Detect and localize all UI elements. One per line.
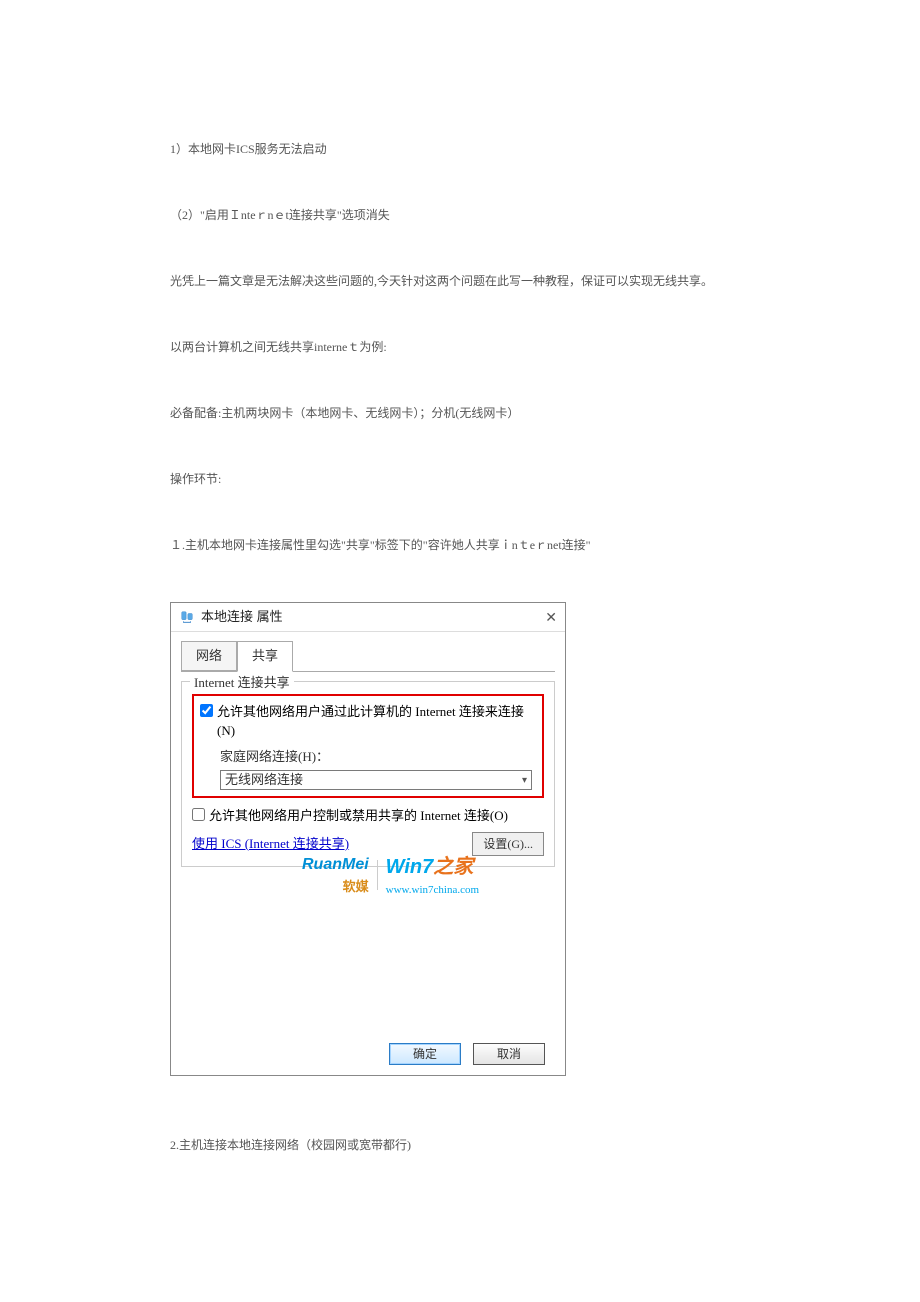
paragraph-1: 1）本地网卡ICS服务无法启动 xyxy=(170,140,750,158)
watermark-divider xyxy=(377,860,378,890)
dialog-body: 网络 共享 Internet 连接共享 允许其他网络用户通过此计算机的 Inte… xyxy=(171,631,565,1075)
paragraph-8: 2.主机连接本地连接网络（校园网或宽带都行) xyxy=(170,1136,750,1154)
dialog-footer: 确定 取消 xyxy=(181,1035,555,1065)
paragraph-4: 以两台计算机之间无线共享interneｔ为例: xyxy=(170,338,750,356)
dropdown-value: 无线网络连接 xyxy=(225,770,303,790)
ok-button[interactable]: 确定 xyxy=(389,1043,461,1065)
paragraph-3: 光凭上一篇文章是无法解决这些问题的,今天针对这两个问题在此写一种教程，保证可以实… xyxy=(170,272,750,290)
chevron-down-icon: ▾ xyxy=(522,773,527,788)
properties-dialog: 本地连接 属性 ✕ 网络 共享 Internet 连接共享 允许其他网络用户通过… xyxy=(170,602,566,1076)
dialog-spacer xyxy=(181,875,555,1035)
watermark: RuanMei 软媒 Win7之家 www.win7china.com xyxy=(302,852,479,899)
cancel-button[interactable]: 取消 xyxy=(473,1043,545,1065)
home-network-dropdown[interactable]: 无线网络连接 ▾ xyxy=(220,770,532,790)
home-network-label: 家庭网络连接(H)： xyxy=(220,747,536,767)
settings-button[interactable]: 设置(G)... xyxy=(472,832,544,856)
allow-control-label: 允许其他网络用户控制或禁用共享的 Internet 连接(O) xyxy=(209,806,508,826)
watermark-win7: Win7之家 xyxy=(386,852,479,882)
allow-control-checkbox[interactable] xyxy=(192,808,205,821)
ics-groupbox: Internet 连接共享 允许其他网络用户通过此计算机的 Internet 连… xyxy=(181,681,555,867)
allow-connect-row[interactable]: 允许其他网络用户通过此计算机的 Internet 连接来连接(N) xyxy=(200,702,536,741)
dialog-title: 本地连接 属性 xyxy=(201,607,283,627)
paragraph-5: 必备配备:主机两块网卡（本地网卡、无线网卡）；分机(无线网卡） xyxy=(170,404,750,422)
tab-sharing[interactable]: 共享 xyxy=(237,641,293,672)
watermark-ruanmei: RuanMei xyxy=(302,853,369,877)
paragraph-7: １.主机本地网卡连接属性里勾选"共享"标签下的"容许她人共享ｉnｔeｒnet连接… xyxy=(170,536,750,554)
paragraph-2: （2）"启用Ｉnteｒnｅt连接共享"选项消失 xyxy=(170,206,750,224)
watermark-url: www.win7china.com xyxy=(386,882,479,899)
highlight-box: 允许其他网络用户通过此计算机的 Internet 连接来连接(N) 家庭网络连接… xyxy=(192,694,544,799)
watermark-ruanmei-sub: 软媒 xyxy=(302,877,369,897)
allow-connect-checkbox[interactable] xyxy=(200,704,213,717)
network-icon xyxy=(179,609,195,625)
tab-network[interactable]: 网络 xyxy=(181,641,237,671)
paragraph-6: 操作环节: xyxy=(170,470,750,488)
allow-control-row[interactable]: 允许其他网络用户控制或禁用共享的 Internet 连接(O) xyxy=(192,806,544,826)
close-icon[interactable]: ✕ xyxy=(545,607,557,628)
allow-connect-label: 允许其他网络用户通过此计算机的 Internet 连接来连接(N) xyxy=(217,702,536,741)
group-title: Internet 连接共享 xyxy=(190,673,294,693)
dialog-titlebar[interactable]: 本地连接 属性 ✕ xyxy=(171,603,565,631)
ics-link[interactable]: 使用 ICS (Internet 连接共享) xyxy=(192,834,349,854)
tab-bar: 网络 共享 xyxy=(181,641,555,672)
